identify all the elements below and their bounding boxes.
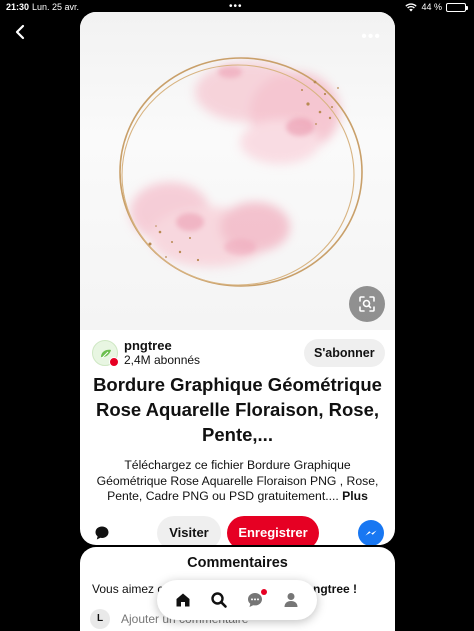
nav-home[interactable] — [173, 590, 193, 610]
visual-search-icon — [359, 296, 375, 312]
comments-prompt-end: ngtree ! — [313, 582, 358, 596]
more-link[interactable]: Plus — [342, 489, 368, 503]
messenger-share-button[interactable] — [358, 520, 384, 545]
follow-button[interactable]: S'abonner — [304, 339, 385, 367]
save-button[interactable]: Enregistrer — [227, 516, 319, 545]
watercolor-frame-illustration — [119, 57, 363, 287]
creator-followers: 2,4M abonnés — [124, 353, 201, 367]
wifi-icon — [405, 2, 418, 11]
pin-title: Bordure Graphique Géométrique Rose Aquar… — [93, 374, 382, 445]
nav-profile[interactable] — [281, 590, 301, 610]
user-avatar: L — [90, 609, 110, 629]
creator-avatar[interactable] — [92, 340, 119, 367]
search-icon — [211, 592, 227, 608]
home-icon — [176, 593, 190, 607]
visual-search-button[interactable] — [349, 286, 385, 322]
creator-name[interactable]: pngtree — [124, 339, 200, 353]
status-time: 21:30 — [6, 2, 30, 12]
back-icon[interactable] — [12, 23, 30, 41]
multitasking-dots-icon[interactable]: ••• — [229, 1, 243, 12]
comments-title: Commentaires — [187, 555, 288, 571]
nav-search[interactable] — [209, 590, 229, 610]
profile-icon — [284, 593, 298, 607]
pin-description: Téléchargez ce fichier Bordure Graphique… — [92, 458, 383, 505]
creator-info[interactable]: pngtree 2,4M abonnés — [92, 338, 200, 368]
pin-card: ••• pngtree 2,4M abonnés S'abonner Bordu… — [80, 12, 395, 545]
status-right: 44 % — [405, 2, 468, 12]
comments-prompt: Vous aimez c ngtree ! — [92, 582, 357, 596]
notification-dot — [261, 589, 267, 595]
verified-badge — [109, 357, 119, 367]
pin-image[interactable]: ••• — [80, 12, 395, 330]
more-icon[interactable]: ••• — [361, 28, 381, 46]
battery-percent: 44 % — [421, 2, 442, 12]
comments-prompt-start: Vous aimez c — [92, 582, 164, 596]
visit-button[interactable]: Visiter — [157, 516, 221, 545]
nav-messages[interactable] — [245, 589, 267, 610]
battery-icon — [446, 2, 468, 12]
status-date: Lun. 25 avr. — [32, 2, 80, 12]
pin-actions: Visiter Enregistrer — [80, 515, 395, 545]
comment-icon[interactable] — [94, 525, 110, 541]
bottom-navigation — [157, 580, 317, 620]
pin-description-text: Téléchargez ce fichier Bordure Graphique… — [96, 458, 379, 503]
messenger-icon — [365, 530, 377, 536]
